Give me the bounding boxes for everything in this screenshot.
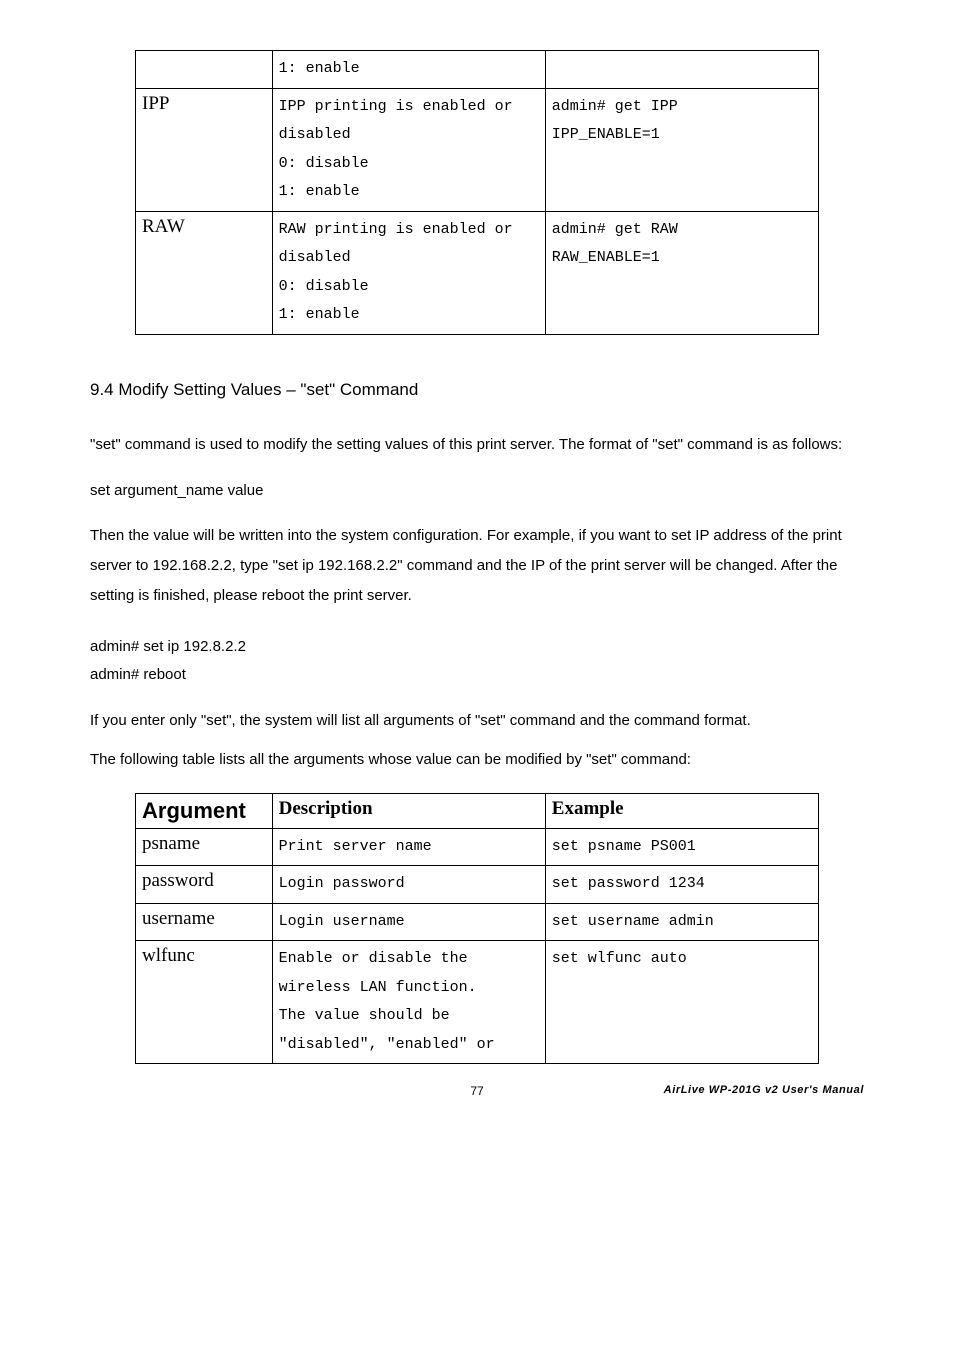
table-row: IPPIPP printing is enabled ordisabled0: …: [136, 88, 819, 211]
example-cell: admin# get RAWRAW_ENABLE=1: [545, 211, 818, 334]
example-cell: set password 1234: [545, 866, 818, 904]
example-cell: [545, 51, 818, 89]
description-cell: 1: enable: [272, 51, 545, 89]
argument-cell: password: [136, 866, 273, 904]
section-heading: 9.4 Modify Setting Values – "set" Comman…: [90, 380, 864, 400]
argument-cell: username: [136, 903, 273, 941]
set-list-paragraph: If you enter only "set", the system will…: [90, 712, 864, 729]
example-commands: admin# set ip 192.8.2.2admin# reboot: [90, 633, 864, 690]
argument-cell: IPP: [136, 88, 273, 211]
table-row: usernameLogin usernameset username admin: [136, 903, 819, 941]
description-cell: IPP printing is enabled ordisabled0: dis…: [272, 88, 545, 211]
example-cell: set psname PS001: [545, 828, 818, 866]
argument-cell: RAW: [136, 211, 273, 334]
set-command-arguments-table: Argument Description Example psnamePrint…: [135, 793, 819, 1065]
col-header-argument: Argument: [136, 793, 273, 828]
table-row: 1: enable: [136, 51, 819, 89]
table-row: RAWRAW printing is enabled ordisabled0: …: [136, 211, 819, 334]
col-header-description: Description: [272, 793, 545, 828]
example-cell: set wlfunc auto: [545, 941, 818, 1064]
set-format: set argument_name value: [90, 482, 864, 499]
intro-paragraph: "set" command is used to modify the sett…: [90, 430, 864, 460]
table-intro-paragraph: The following table lists all the argume…: [90, 751, 864, 768]
explanation-paragraph: Then the value will be written into the …: [90, 521, 864, 611]
manual-title: AirLive WP-201G v2 User's Manual: [664, 1084, 864, 1096]
example-cell: set username admin: [545, 903, 818, 941]
table-row: passwordLogin passwordset password 1234: [136, 866, 819, 904]
page-number: 77: [470, 1084, 483, 1098]
get-command-table-fragment: 1: enableIPPIPP printing is enabled ordi…: [135, 50, 819, 335]
table-row: psnamePrint server nameset psname PS001: [136, 828, 819, 866]
description-cell: Enable or disable thewireless LAN functi…: [272, 941, 545, 1064]
description-cell: Login password: [272, 866, 545, 904]
description-cell: Print server name: [272, 828, 545, 866]
argument-cell: wlfunc: [136, 941, 273, 1064]
description-cell: RAW printing is enabled ordisabled0: dis…: [272, 211, 545, 334]
argument-cell: [136, 51, 273, 89]
description-cell: Login username: [272, 903, 545, 941]
table-row: wlfuncEnable or disable thewireless LAN …: [136, 941, 819, 1064]
col-header-example: Example: [545, 793, 818, 828]
argument-cell: psname: [136, 828, 273, 866]
example-cell: admin# get IPPIPP_ENABLE=1: [545, 88, 818, 211]
